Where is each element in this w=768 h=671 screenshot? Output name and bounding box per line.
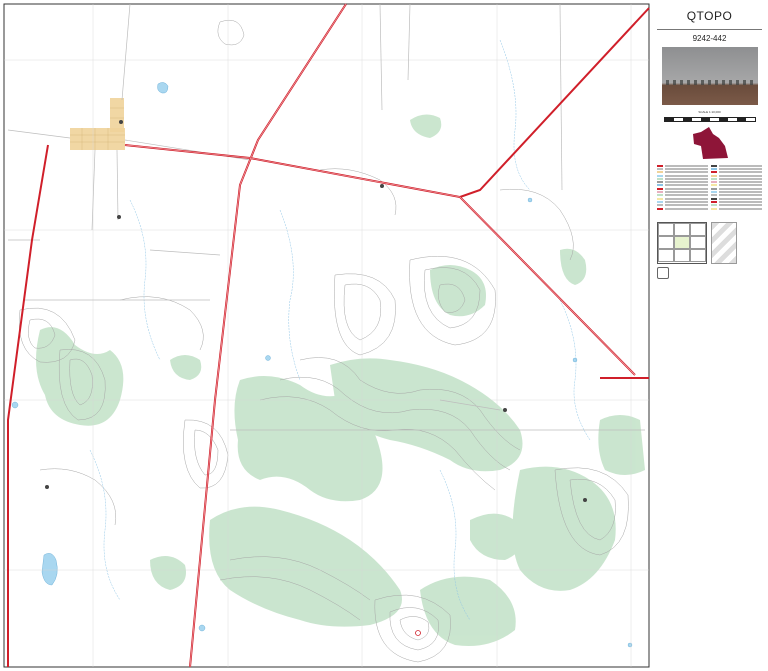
queensland-locator-map <box>691 126 729 162</box>
tower-symbol <box>583 498 587 502</box>
map-sheet-number: 9242-442 <box>692 34 727 43</box>
folding-diagram <box>711 222 737 265</box>
queensland-government-crest <box>657 267 669 280</box>
government-crest-block <box>657 267 762 280</box>
map-title: QTOPO <box>686 9 733 23</box>
tower-symbol <box>503 408 507 412</box>
map-index <box>657 222 762 265</box>
scale-bar <box>663 117 756 122</box>
adjoining-sheets-grid <box>657 222 707 265</box>
map-sidebar: QTOPO 9242-442 SCALE 1:10,000 <box>651 0 768 671</box>
landscape-photo <box>661 47 758 105</box>
tower-symbol <box>380 184 384 188</box>
legend <box>657 164 762 210</box>
tower-symbol <box>117 215 121 219</box>
tower-symbol <box>45 485 49 489</box>
title-divider <box>657 29 762 30</box>
scale-label: SCALE 1:10,000 <box>698 110 721 114</box>
tower-symbol <box>119 120 123 124</box>
disclaimer-text: ​ <box>657 214 762 217</box>
